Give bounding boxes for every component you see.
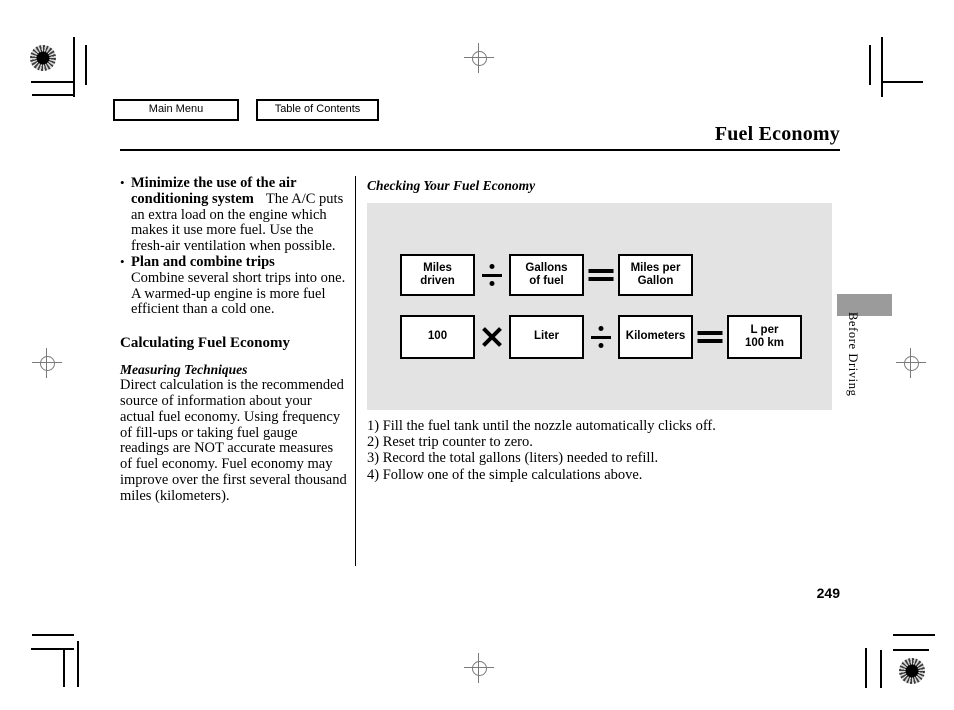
tips-bullet-list: • Minimize the use of the air conditioni… <box>120 175 348 318</box>
equation-term-gallons-of-fuel: Gallons of fuel <box>509 254 584 296</box>
crop-mark-bottom-left-vertical <box>77 641 79 687</box>
bullet-text: Combine several short trips into one. A … <box>131 269 346 318</box>
steps-list: 1) Fill the fuel tank until the nozzle a… <box>367 418 837 483</box>
left-column: • Minimize the use of the air conditioni… <box>120 175 348 505</box>
main-menu-button[interactable]: Main Menu <box>113 99 239 121</box>
crop-mark-top-left-horizontal-outer <box>32 94 74 96</box>
crop-mark-bottom-right-horizontal-inner <box>893 649 929 651</box>
list-item: 4) Follow one of the simple calculations… <box>367 466 643 483</box>
sub-heading: Measuring Techniques <box>120 362 248 378</box>
list-item: • Plan and combine trips Combine several… <box>120 253 348 318</box>
crop-mark-bottom-left-horizontal-outer <box>32 634 74 636</box>
crop-mark-top-right-horizontal <box>883 81 923 83</box>
fuel-economy-formula-diagram: Miles driven Gallons of fuel Miles per G… <box>367 203 832 410</box>
registration-crosshair-top-center <box>464 43 494 73</box>
equals-icon <box>584 266 618 284</box>
section-heading: Calculating Fuel Economy <box>120 335 291 352</box>
equals-icon <box>693 328 727 346</box>
section-tab-label: Before Driving <box>846 312 860 397</box>
equation-result-miles-per-gallon: Miles per Gallon <box>618 254 693 296</box>
page-title: Fuel Economy <box>714 123 840 145</box>
crop-mark-top-right-vertical <box>881 37 883 97</box>
equation-term-100: 100 <box>400 315 475 359</box>
crop-mark-bottom-right-horizontal <box>893 634 935 636</box>
table-of-contents-button[interactable]: Table of Contents <box>256 99 379 121</box>
list-item: • Minimize the use of the air conditioni… <box>120 175 348 255</box>
equation-term-liter: Liter <box>509 315 584 359</box>
equation-row-l-per-100km: 100 Liter Kilometers L per 100 km <box>400 315 802 359</box>
navigation-bar: Main Menu Table of Contents <box>113 99 379 121</box>
header-divider-rule <box>120 149 840 151</box>
crop-mark-bottom-right-outer-vertical <box>865 648 867 688</box>
crop-mark-top-left-horizontal <box>31 81 73 83</box>
divide-icon <box>584 324 618 350</box>
registration-rosette-top-left <box>30 45 56 71</box>
registration-rosette-bottom-right <box>899 658 925 684</box>
crop-mark-top-right-inner-vertical <box>869 45 871 85</box>
crop-mark-bottom-left-horizontal <box>31 648 74 650</box>
crop-mark-top-left-vertical <box>73 37 75 97</box>
bullet-dot: • <box>120 175 125 190</box>
page-number: 249 <box>816 585 840 601</box>
registration-crosshair-bottom-center <box>464 653 494 683</box>
equation-term-miles-driven: Miles driven <box>400 254 475 296</box>
figure-caption: Checking Your Fuel Economy <box>367 178 536 193</box>
list-item: 2) Reset trip counter to zero. <box>367 434 533 451</box>
equation-result-l-per-100km: L per 100 km <box>727 315 802 359</box>
multiply-icon <box>475 326 509 348</box>
divide-icon <box>475 262 509 288</box>
list-item: 1) Fill the fuel tank until the nozzle a… <box>367 418 716 434</box>
equation-row-mpg: Miles driven Gallons of fuel Miles per G… <box>400 254 693 296</box>
bullet-lead: Plan and combine trips <box>131 253 275 270</box>
body-paragraph: Direct calculation is the recommended so… <box>120 377 347 504</box>
column-divider-rule <box>355 176 356 566</box>
crop-mark-top-left-inner-vertical <box>85 45 87 85</box>
registration-crosshair-left-middle <box>32 348 62 378</box>
crop-mark-bottom-left-inner-vertical <box>63 649 65 687</box>
registration-crosshair-right-middle <box>896 348 926 378</box>
bullet-dot: • <box>120 253 125 269</box>
list-item: 3) Record the total gallons (liters) nee… <box>367 450 659 467</box>
crop-mark-bottom-right-vertical <box>880 650 882 688</box>
equation-term-kilometers: Kilometers <box>618 315 693 359</box>
right-column: Checking Your Fuel Economy Miles driven … <box>367 178 837 483</box>
